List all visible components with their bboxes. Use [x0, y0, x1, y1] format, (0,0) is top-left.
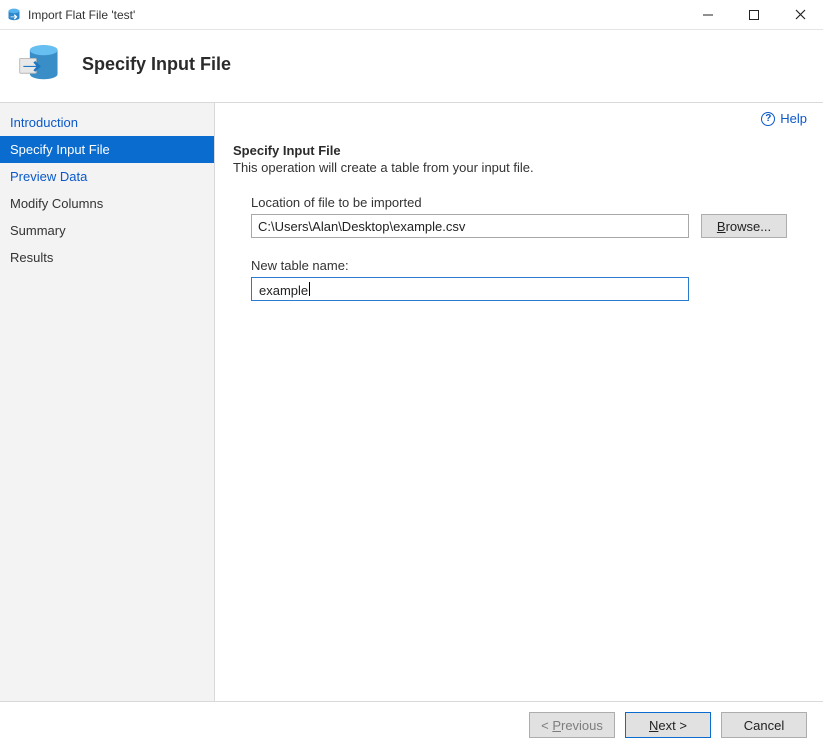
- help-icon: ?: [761, 112, 775, 126]
- cancel-label: Cancel: [744, 718, 784, 733]
- sidebar-item-results[interactable]: Results: [0, 244, 214, 271]
- cancel-button[interactable]: Cancel: [721, 712, 807, 738]
- file-path-input[interactable]: [251, 214, 689, 238]
- minimize-button[interactable]: [685, 0, 731, 30]
- window-title: Import Flat File 'test': [28, 8, 135, 22]
- database-import-icon: [16, 40, 64, 88]
- sidebar-item-modify-columns[interactable]: Modify Columns: [0, 190, 214, 217]
- wizard-sidebar: Introduction Specify Input File Preview …: [0, 103, 215, 701]
- next-label-tail: ext >: [658, 718, 687, 733]
- window-controls: [685, 0, 823, 30]
- page-title: Specify Input File: [82, 54, 231, 75]
- wizard-main: ? Help Specify Input File This operation…: [215, 103, 823, 701]
- section-description: This operation will create a table from …: [233, 160, 805, 175]
- sidebar-item-summary[interactable]: Summary: [0, 217, 214, 244]
- table-name-label: New table name:: [251, 258, 805, 273]
- help-link[interactable]: ? Help: [761, 111, 807, 126]
- table-name-input[interactable]: example: [251, 277, 689, 301]
- help-label: Help: [780, 111, 807, 126]
- app-icon: [6, 7, 22, 23]
- browse-button[interactable]: Browse...: [701, 214, 787, 238]
- sidebar-item-specify-input-file[interactable]: Specify Input File: [0, 136, 214, 163]
- sidebar-item-introduction[interactable]: Introduction: [0, 109, 214, 136]
- previous-button[interactable]: < Previous: [529, 712, 615, 738]
- text-caret: [309, 282, 310, 296]
- maximize-button[interactable]: [731, 0, 777, 30]
- next-button[interactable]: Next >: [625, 712, 711, 738]
- sidebar-item-preview-data[interactable]: Preview Data: [0, 163, 214, 190]
- previous-label-tail: revious: [561, 718, 603, 733]
- table-name-value: example: [258, 280, 308, 298]
- titlebar: Import Flat File 'test': [0, 0, 823, 30]
- wizard-header: Specify Input File: [0, 30, 823, 103]
- section-title: Specify Input File: [233, 143, 805, 158]
- browse-label-tail: rowse...: [726, 219, 772, 234]
- wizard-footer: < Previous Next > Cancel: [0, 702, 823, 748]
- close-button[interactable]: [777, 0, 823, 30]
- location-label: Location of file to be imported: [251, 195, 805, 210]
